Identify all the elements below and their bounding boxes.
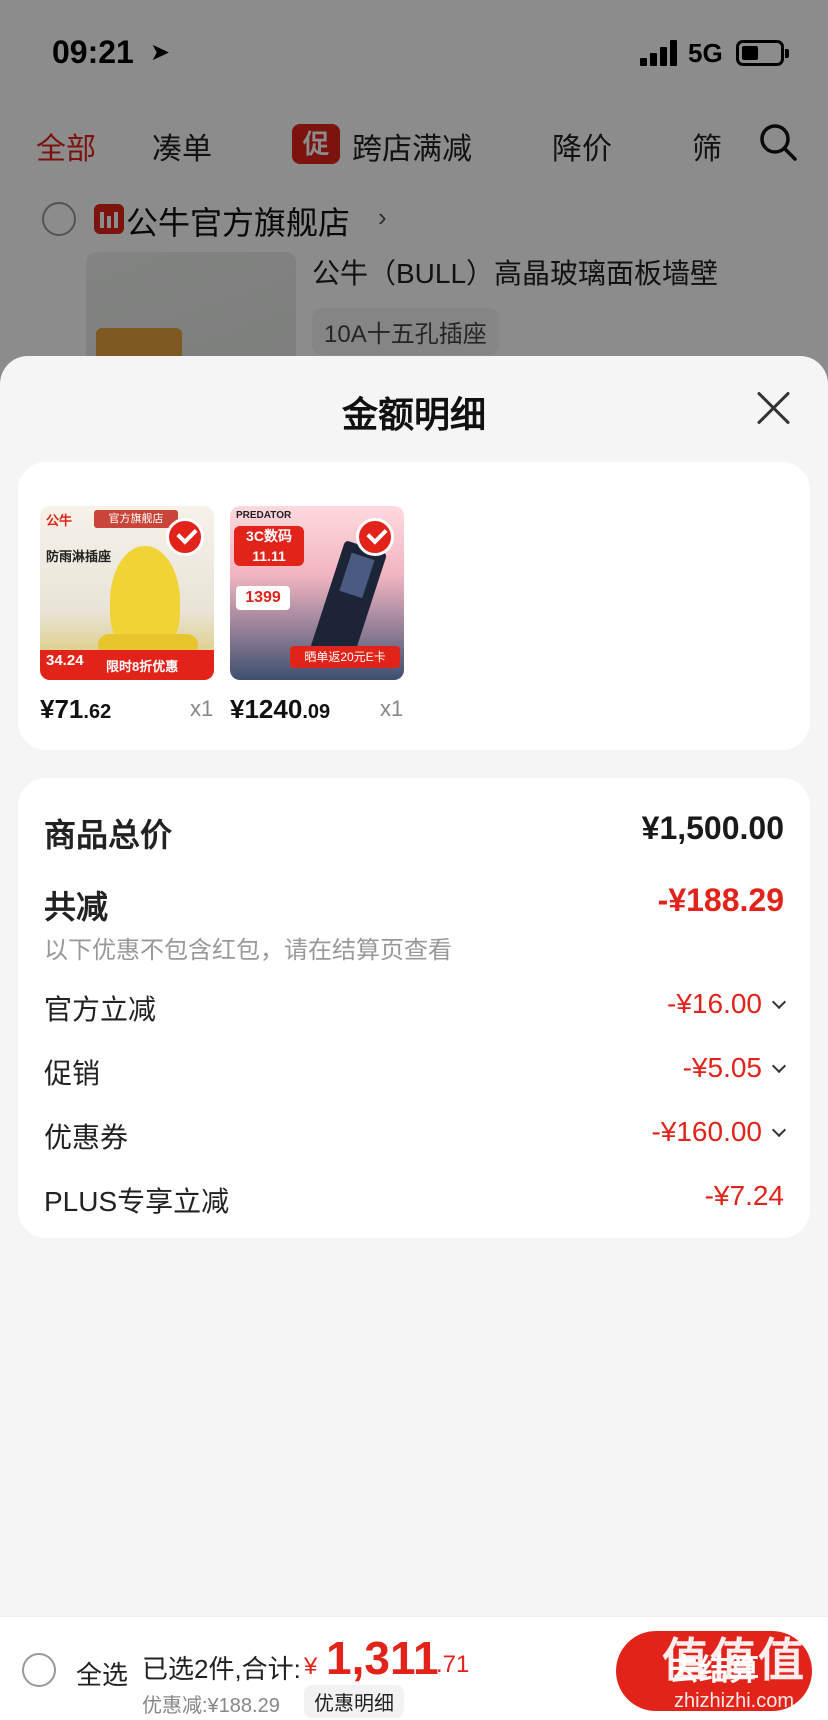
discount-value: -¥16.00 (667, 988, 787, 1020)
dim-overlay[interactable] (0, 0, 828, 400)
check-icon[interactable] (166, 518, 204, 556)
discount-label: PLUS专享立减 (44, 1186, 230, 1217)
discount-line[interactable]: 官方立减 -¥16.00 (44, 988, 787, 1028)
chevron-down-icon[interactable] (771, 1058, 787, 1074)
total-decimal: .71 (436, 1651, 470, 1678)
total-label: 商品总价 (44, 817, 173, 853)
image-bar-tag: 晒单返20元E卡 (290, 646, 400, 668)
image-discount-tag: 限时8折优惠 (106, 659, 179, 674)
discount-value: -¥7.24 (704, 1180, 784, 1211)
image-price-tag: 34.24 (46, 652, 84, 669)
discount-note: 以下优惠不包含红包，请在结算页查看 (44, 937, 452, 964)
watermark-url: zhizhizhi.com (673, 1690, 795, 1712)
total-amount: 1,311 (326, 1632, 439, 1684)
reduce-label: 共减 (44, 889, 109, 925)
item-price: ¥71.62 (40, 694, 112, 724)
selected-summary: 已选2件,合计: (142, 1654, 301, 1684)
price-detail-card: 商品总价 ¥1,500.00 共减 -¥188.29 以下优惠不包含红包，请在结… (18, 778, 810, 1238)
item-price: ¥1240.09 (230, 694, 331, 724)
discount-label: 促销 (44, 1058, 101, 1089)
item-quantity: x1 (380, 696, 404, 721)
image-label: 防雨淋插座 (46, 549, 112, 564)
check-icon[interactable] (356, 518, 394, 556)
image-brand: PREDATOR (236, 510, 292, 521)
discount-line[interactable]: 促销 -¥5.05 (44, 1052, 787, 1092)
image-shop-tag: 官方旗舰店 (94, 510, 178, 528)
discount-line: PLUS专享立减 -¥7.24 (44, 1180, 784, 1220)
item-image[interactable]: 公牛 官方旗舰店 防雨淋插座 34.24 限时8折优惠 (40, 506, 214, 680)
discount-summary: 优惠减:¥188.29 (142, 1695, 280, 1717)
image-promo-tag: 3C数码 11.11 (234, 526, 304, 566)
select-all-radio[interactable] (22, 1653, 56, 1687)
item-image[interactable]: PREDATOR 3C数码 11.11 1399 晒单返20元E卡 (230, 506, 404, 680)
item-quantity: x1 (190, 696, 214, 721)
discount-detail-link[interactable]: 优惠明细 (304, 1685, 404, 1718)
total-currency: ¥ (304, 1653, 318, 1680)
image-brand: 公牛 (46, 513, 73, 528)
discount-label: 官方立减 (44, 994, 157, 1025)
watermark: 值值值 zhizhizhi.com (640, 1620, 828, 1720)
amount-detail-sheet: 金额明细 公牛 官方旗舰店 防雨淋插座 34.24 限时8折优惠 ¥71.62 … (0, 356, 828, 1616)
discount-line[interactable]: 优惠券 -¥160.00 (44, 1116, 787, 1156)
watermark-logo: 值值值 (662, 1634, 806, 1686)
sheet-title: 金额明细 (341, 394, 486, 435)
discount-value: -¥5.05 (683, 1052, 787, 1084)
discount-value: -¥160.00 (651, 1116, 787, 1148)
total-row: 商品总价 ¥1,500.00 (44, 810, 784, 854)
chevron-down-icon[interactable] (771, 1122, 787, 1138)
discount-label: 优惠券 (44, 1122, 129, 1153)
select-all-label[interactable]: 全选 (76, 1655, 128, 1692)
close-icon[interactable] (752, 386, 796, 430)
chevron-down-icon[interactable] (771, 994, 787, 1010)
total-value: ¥1,500.00 (641, 810, 784, 846)
reduce-value: -¥188.29 (657, 882, 784, 918)
reduce-row: 共减 -¥188.29 (44, 882, 784, 926)
selected-items-card: 公牛 官方旗舰店 防雨淋插座 34.24 限时8折优惠 ¥71.62 x1 PR… (18, 462, 810, 750)
image-price-tag: 1399 (236, 586, 290, 610)
